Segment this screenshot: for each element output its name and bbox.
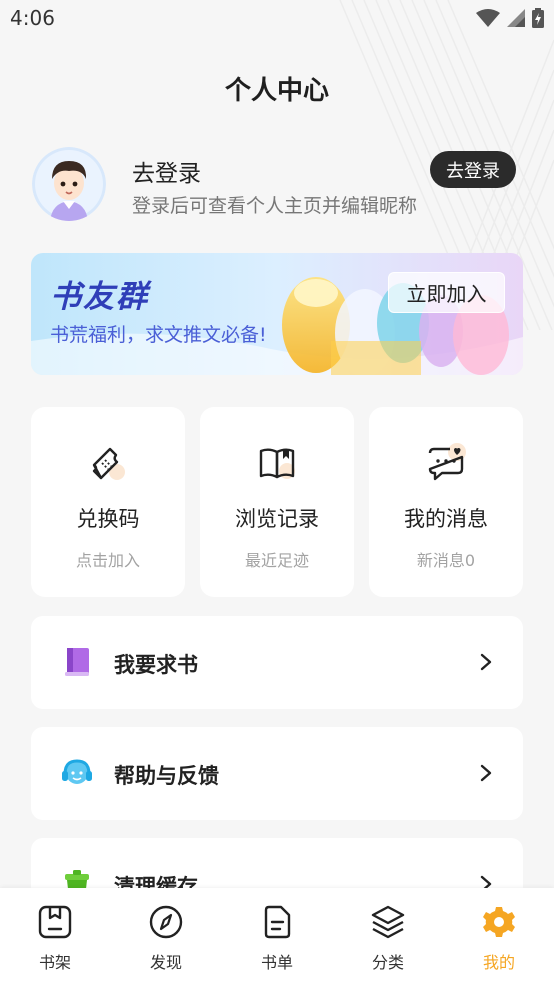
message-heart-icon [428, 443, 466, 481]
status-time: 4:06 [10, 6, 55, 30]
bookshelf-icon [38, 905, 72, 939]
card-redeem-code[interactable]: 兑换码 点击加入 [31, 407, 185, 597]
gear-icon [483, 907, 515, 937]
card-subtitle: 点击加入 [75, 551, 140, 570]
chevron-right-icon [480, 764, 492, 782]
status-icons [476, 8, 544, 28]
join-now-button[interactable]: 立即加入 [388, 272, 505, 313]
card-my-messages[interactable]: 我的消息 新消息0 [369, 407, 523, 597]
card-browse-history[interactable]: 浏览记录 最近足迹 [200, 407, 354, 597]
nav-mine[interactable]: 我的 [459, 904, 539, 974]
banner-subtitle: 书荒福利，求文推文必备! [50, 324, 267, 346]
bottom-nav: 书架 发现 书单 分类 我的 [0, 888, 554, 986]
menu-help-feedback[interactable]: 帮助与反馈 [31, 727, 523, 820]
booklist-icon [264, 905, 291, 939]
menu-label: 我要求书 [114, 653, 198, 677]
battery-icon [532, 8, 544, 28]
signal-icon [507, 9, 525, 27]
status-bar: 4:06 [0, 0, 554, 38]
card-label: 浏览记录 [235, 507, 319, 531]
card-subtitle: 最近足迹 [244, 551, 309, 570]
layers-icon [371, 905, 405, 939]
ticket-icon [92, 447, 125, 480]
wifi-icon [476, 9, 500, 27]
nav-category[interactable]: 分类 [348, 904, 428, 974]
nav-label: 书架 [38, 953, 71, 972]
nav-booklist[interactable]: 书单 [237, 904, 317, 974]
banner-title: 书友群 [50, 279, 149, 315]
login-subtitle: 登录后可查看个人主页并编辑昵称 [132, 195, 418, 217]
card-subtitle: 新消息0 [416, 551, 476, 570]
book-request-icon [65, 648, 89, 676]
compass-icon [149, 905, 183, 939]
nav-label: 分类 [371, 953, 404, 972]
nav-discover[interactable]: 发现 [126, 904, 206, 974]
nav-label: 我的 [482, 953, 515, 972]
chevron-right-icon [480, 653, 492, 671]
book-open-icon [259, 448, 295, 479]
page-title: 个人中心 [224, 76, 329, 106]
card-label: 我的消息 [404, 507, 488, 531]
card-label: 兑换码 [76, 507, 140, 531]
nav-bookshelf[interactable]: 书架 [15, 904, 95, 974]
nav-label: 发现 [149, 953, 182, 972]
book-club-banner[interactable]: 书友群 书荒福利，求文推文必备! 立即加入 [31, 253, 523, 375]
menu-request-book[interactable]: 我要求书 [31, 616, 523, 709]
headset-icon [62, 759, 92, 784]
avatar[interactable] [32, 147, 106, 221]
nav-label: 书单 [260, 953, 293, 972]
login-title[interactable]: 去登录 [132, 154, 201, 188]
menu-label: 帮助与反馈 [114, 764, 219, 788]
login-button[interactable]: 去登录 [430, 151, 516, 188]
